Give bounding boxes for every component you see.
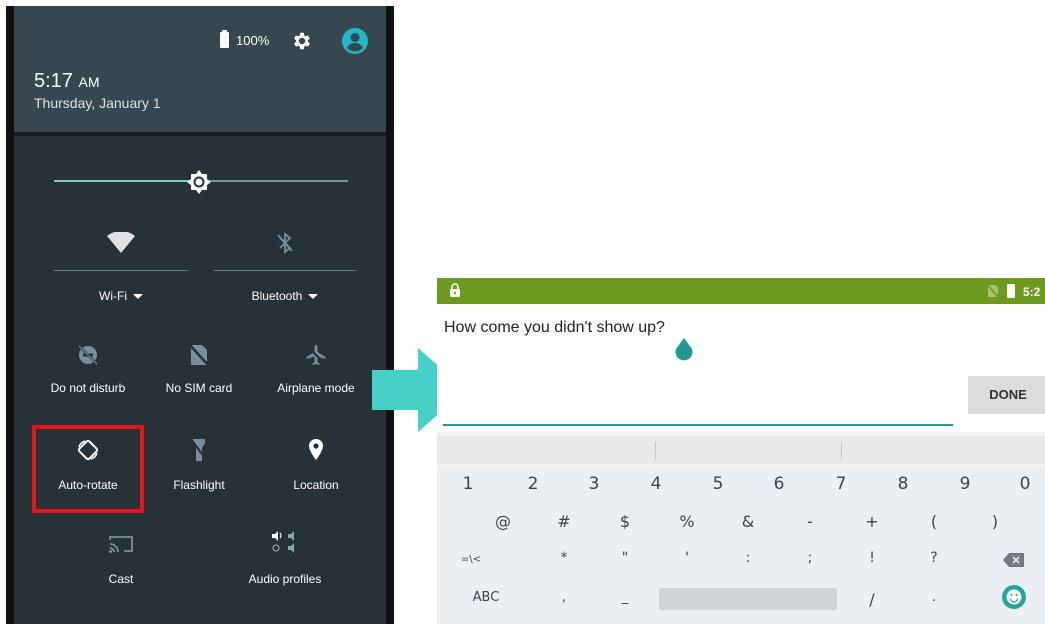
tile-airplane[interactable]: Airplane mode <box>260 344 372 395</box>
tile-audio-profiles[interactable]: Audio profiles <box>214 530 356 586</box>
status-time: 5:2 <box>1023 285 1041 299</box>
key[interactable]: ( <box>914 512 954 531</box>
airplane-label: Airplane mode <box>277 381 355 395</box>
tile-do-not-disturb[interactable]: Do not disturb <box>32 344 144 395</box>
clock-time: 5:17 <box>34 70 73 92</box>
text-entry-screen: 5:2 How come you didn't show up? DONE 1 … <box>437 278 1045 624</box>
key[interactable]: : <box>728 550 768 566</box>
bluetooth-icon <box>277 232 293 254</box>
account-icon[interactable] <box>341 27 369 55</box>
message-input[interactable]: How come you didn't show up? <box>444 319 665 337</box>
key[interactable]: 0 <box>1005 474 1045 494</box>
key[interactable]: % <box>667 512 707 531</box>
cursor-handle-icon[interactable] <box>674 337 694 361</box>
chevron-down-icon <box>308 294 319 300</box>
highlight-box <box>32 425 144 513</box>
wifi-label: Wi-Fi <box>99 289 127 303</box>
tile-wifi-label[interactable]: Wi-Fi <box>54 289 188 303</box>
do-not-disturb-icon <box>78 345 98 365</box>
flashlight-label: Flashlight <box>173 478 225 492</box>
key[interactable]: @ <box>483 512 523 531</box>
tile-location[interactable]: Location <box>260 438 372 492</box>
screenshot-composite: 100% 5:17 AM Thursday, January 1 Wi-Fi B… <box>0 0 1045 624</box>
tile-bluetooth[interactable] <box>214 232 356 254</box>
bluetooth-label: Bluetooth <box>251 289 303 303</box>
lock-icon <box>450 283 460 297</box>
space-key[interactable] <box>659 588 837 610</box>
suggestion-strip[interactable] <box>437 436 1045 464</box>
key[interactable]: ; <box>790 550 830 566</box>
audio-profiles-label: Audio profiles <box>248 572 322 586</box>
tile-no-sim[interactable]: No SIM card <box>144 344 254 395</box>
key[interactable]: 9 <box>945 474 985 494</box>
suggestion-divider <box>841 442 842 460</box>
key[interactable]: ) <box>975 512 1015 531</box>
wifi-icon <box>107 232 135 253</box>
clock: 5:17 AM <box>34 70 100 93</box>
bluetooth-divider <box>214 270 356 271</box>
battery-icon <box>1007 284 1015 298</box>
suggestion-divider <box>655 442 656 460</box>
key[interactable]: 5 <box>698 474 738 494</box>
clock-suffix: AM <box>78 74 100 90</box>
key[interactable]: 1 <box>448 474 488 494</box>
status-bar: 5:2 <box>437 278 1045 304</box>
brightness-icon[interactable] <box>186 169 212 195</box>
settings-icon[interactable] <box>291 30 313 52</box>
key[interactable]: * <box>544 550 584 566</box>
edit-area: How come you didn't show up? DONE <box>437 304 1045 432</box>
cast-label: Cast <box>108 572 134 586</box>
key[interactable]: ? <box>914 550 954 566</box>
location-label: Location <box>293 478 339 492</box>
tile-cast[interactable]: Cast <box>54 534 188 586</box>
brightness-slider-track[interactable] <box>208 180 348 182</box>
chevron-down-icon <box>132 294 143 300</box>
key[interactable]: - <box>790 512 830 531</box>
do-not-disturb-label: Do not disturb <box>50 381 126 395</box>
key[interactable]: 4 <box>636 474 676 494</box>
quick-settings-header: 100% 5:17 AM Thursday, January 1 <box>14 6 386 132</box>
wifi-divider <box>54 270 188 271</box>
key[interactable]: 6 <box>759 474 799 494</box>
tile-bluetooth-label[interactable]: Bluetooth <box>214 289 356 303</box>
key[interactable]: _ <box>605 590 645 605</box>
audio-profiles-icon <box>272 531 294 553</box>
tile-wifi[interactable] <box>54 232 188 254</box>
key[interactable]: & <box>728 512 768 531</box>
flashlight-icon <box>190 438 208 462</box>
abc-key[interactable]: ABC <box>466 590 506 605</box>
key[interactable]: ' <box>667 550 707 566</box>
done-button[interactable]: DONE <box>968 376 1045 414</box>
airplane-icon <box>306 345 326 365</box>
key[interactable]: , <box>544 590 584 605</box>
key[interactable]: 3 <box>574 474 614 494</box>
cast-icon <box>109 536 133 553</box>
quick-settings-panel: 100% 5:17 AM Thursday, January 1 Wi-Fi B… <box>6 6 394 624</box>
input-underline <box>443 424 953 426</box>
location-icon <box>309 439 323 460</box>
key[interactable]: # <box>544 512 584 531</box>
no-sim-label: No SIM card <box>165 381 233 395</box>
no-sim-icon <box>987 284 999 298</box>
tile-flashlight[interactable]: Flashlight <box>144 438 254 492</box>
key[interactable]: 7 <box>821 474 861 494</box>
date-label: Thursday, January 1 <box>34 95 161 111</box>
key[interactable]: " <box>605 550 645 566</box>
key[interactable]: / <box>852 590 892 609</box>
key[interactable]: + <box>852 512 892 531</box>
no-sim-icon <box>189 344 209 366</box>
key[interactable]: $ <box>605 512 645 531</box>
battery-icon <box>220 30 229 48</box>
keyboard: 1 2 3 4 5 6 7 8 9 0 @ # $ % & - + ( ) =\… <box>437 466 1045 624</box>
key[interactable]: . <box>914 590 954 605</box>
battery-percentage: 100% <box>236 33 270 48</box>
backspace-icon[interactable] <box>1003 552 1025 568</box>
symbols-page-key[interactable]: =\< <box>451 554 491 565</box>
emoji-icon[interactable] <box>1001 584 1027 610</box>
brightness-slider-filled[interactable] <box>54 180 196 182</box>
key[interactable]: ! <box>852 550 892 566</box>
key[interactable]: 8 <box>883 474 923 494</box>
key[interactable]: 2 <box>513 474 553 494</box>
